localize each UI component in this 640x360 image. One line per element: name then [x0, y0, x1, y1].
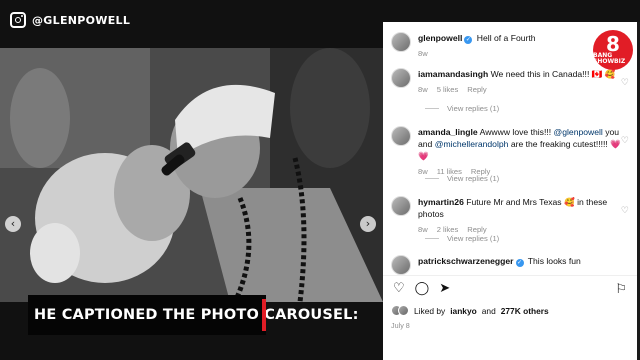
comment-text: This looks fun [527, 256, 581, 266]
caption-bar: HE CAPTIONED THE PHOTO CAROUSEL: [28, 295, 358, 335]
heart-icon[interactable]: ♡ [621, 78, 629, 88]
instagram-handle-overlay: @GLENPOWELL [10, 12, 130, 28]
comment-time: 8w [418, 85, 428, 94]
heart-icon[interactable]: ♡ [621, 206, 629, 216]
comment-likes[interactable]: 5 likes [437, 84, 459, 96]
photo-illustration [0, 48, 383, 302]
view-replies[interactable]: View replies (1) [425, 104, 499, 113]
top-strip [383, 0, 640, 22]
chevron-left-icon[interactable]: ‹ [5, 216, 21, 232]
comment-user[interactable]: amanda_lingle [418, 127, 478, 137]
post-caption: Hell of a Fourth [476, 33, 536, 43]
heart-icon[interactable]: ♡ [621, 136, 629, 146]
avatar[interactable] [391, 68, 411, 88]
comment-user[interactable]: patrickschwarzenegger [418, 256, 514, 266]
reply-button[interactable]: Reply [467, 84, 486, 96]
post-author[interactable]: glenpowell [418, 33, 462, 43]
comment: iamamandasingh We need this in Canada!!!… [391, 68, 629, 96]
likes-count[interactable]: 277K others [501, 306, 549, 316]
comment-user[interactable]: iamamandasingh [418, 69, 488, 79]
caption-accent [262, 299, 266, 331]
instagram-post-panel: 8 BANG SHOWBIZ glenpowell ✓ Hell of a Fou… [383, 22, 637, 360]
caption-text: HE CAPTIONED THE PHOTO CAROUSEL: [34, 307, 359, 323]
avatar[interactable] [391, 196, 411, 216]
comment-text: We need this in Canada!!! 🇨🇦 🥰 [490, 69, 616, 79]
avatar[interactable] [391, 32, 411, 52]
handle-text: @GLENPOWELL [32, 13, 131, 27]
comment-user[interactable]: hymartin26 [418, 197, 464, 207]
brand-name: BANG SHOWBIZ [593, 52, 626, 65]
comment-icon[interactable]: ◯ [415, 282, 430, 296]
avatar[interactable] [391, 255, 411, 275]
comment: patrickschwarzenegger ✓ This looks fun [391, 255, 629, 275]
comment-text: Awwww love this!!! [479, 127, 554, 137]
likes-row: Liked by iankyo and 277K others [391, 305, 549, 316]
divider [383, 275, 637, 276]
comment: hymartin26 Future Mr and Mrs Texas 🥰 in … [391, 196, 629, 236]
action-bar: ♡ ◯ ➤ [393, 282, 450, 296]
verified-icon: ✓ [464, 36, 473, 44]
share-icon[interactable]: ➤ [439, 282, 450, 296]
post-photo: ‹ › [0, 48, 383, 302]
likes-prefix: Liked by [414, 305, 446, 316]
bookmark-icon[interactable]: ⚐ [615, 282, 627, 297]
video-frame: ‹ › @GLENPOWELL HE CAPTIONED THE PHOTO C… [0, 0, 640, 360]
avatar[interactable] [391, 126, 411, 146]
mention-link[interactable]: @michellerandolph [435, 139, 509, 149]
liker-avatars [391, 305, 409, 316]
post-date: July 8 [391, 321, 410, 330]
brand-number: 8 [606, 32, 620, 56]
view-replies[interactable]: View replies (1) [425, 234, 499, 243]
chevron-right-icon[interactable]: › [360, 216, 376, 232]
view-replies-label[interactable]: View replies (1) [447, 174, 499, 183]
view-replies[interactable]: View replies (1) [425, 174, 499, 183]
post-time: 8w [418, 49, 428, 58]
verified-icon: ✓ [515, 259, 524, 267]
mention-link[interactable]: @glenpowell [554, 127, 603, 137]
view-replies-label[interactable]: View replies (1) [447, 104, 499, 113]
comment: amanda_lingle Awwww love this!!! @glenpo… [391, 126, 629, 178]
instagram-icon [10, 12, 26, 28]
view-replies-label[interactable]: View replies (1) [447, 234, 499, 243]
bang-showbiz-logo: 8 BANG SHOWBIZ [593, 30, 633, 70]
likes-middle: and [481, 305, 496, 316]
heart-icon[interactable]: ♡ [393, 282, 405, 296]
liker-user[interactable]: iankyo [450, 306, 477, 316]
